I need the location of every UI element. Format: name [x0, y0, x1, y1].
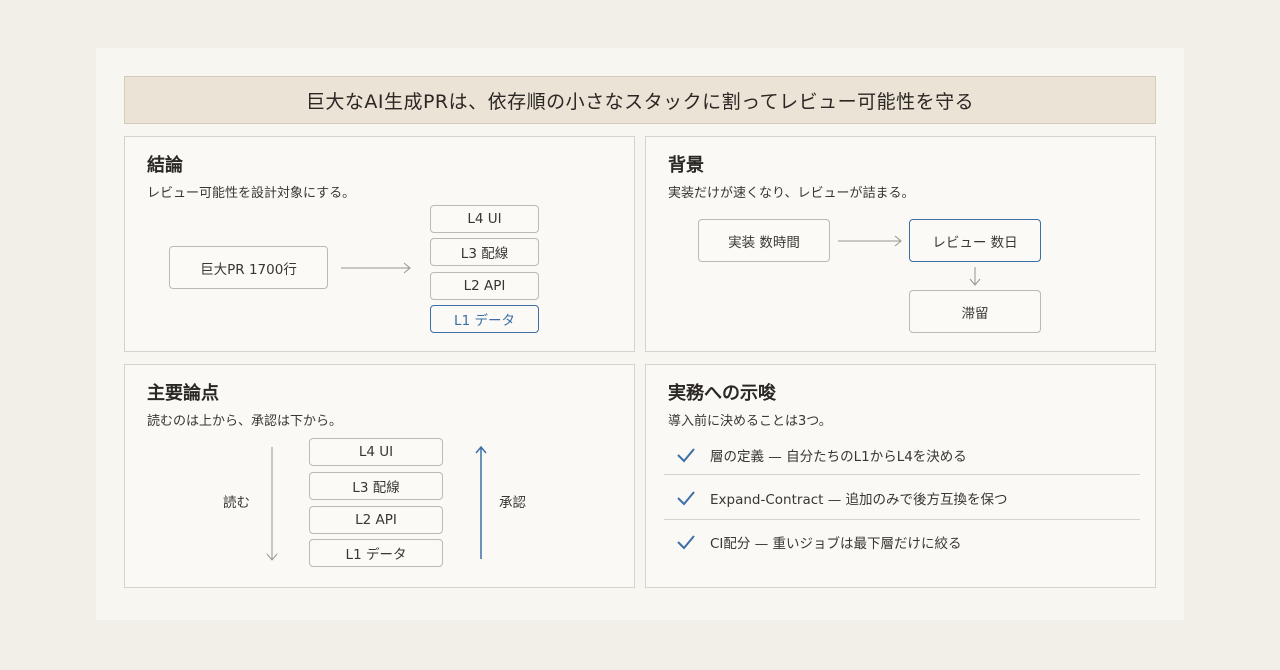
stall-box: 滞留 — [909, 290, 1041, 333]
big-pr-box: 巨大PR 1700行 — [169, 246, 328, 289]
conclusion-heading: 結論 — [147, 155, 183, 176]
check-icon — [664, 447, 708, 463]
slide-title: 巨大なAI生成PRは、依存順の小さなスタックに割ってレビュー可能性を守る — [124, 76, 1156, 124]
split-arrow — [341, 262, 411, 274]
points-layer-l3: L3 配線 — [309, 472, 443, 500]
conclusion-panel: 結論 レビュー可能性を設計対象にする。 巨大PR 1700行 L4 UI L3 … — [124, 136, 635, 352]
implications-subtitle: 導入前に決めることは3つ。 — [668, 414, 832, 429]
review-box: レビュー 数日 — [909, 219, 1041, 262]
divider — [664, 519, 1140, 520]
impl-box: 実装 数時間 — [698, 219, 830, 262]
stack-layer-l4: L4 UI — [430, 205, 539, 233]
stack-layer-l3: L3 配線 — [430, 238, 539, 266]
points-layer-l2: L2 API — [309, 506, 443, 534]
implication-text: 層の定義 — 自分たちのL1からL4を決める — [710, 449, 967, 465]
background-panel: 背景 実装だけが速くなり、レビューが詰まる。 実装 数時間 レビュー 数日 滞留 — [645, 136, 1156, 352]
points-layer-l4: L4 UI — [309, 438, 443, 466]
implication-item: Expand-Contract — 追加のみで後方互換を保つ — [664, 477, 1140, 519]
stack-layer-l1: L1 データ — [430, 305, 539, 333]
background-subtitle: 実装だけが速くなり、レビューが詰まる。 — [668, 186, 915, 201]
check-icon — [664, 490, 708, 506]
points-panel: 主要論点 読むのは上から、承認は下から。 読む 承認 L4 UI L3 配線 L… — [124, 364, 635, 588]
implications-heading: 実務への示唆 — [668, 383, 776, 404]
background-heading: 背景 — [668, 155, 704, 176]
points-heading: 主要論点 — [147, 383, 219, 404]
implication-text: CI配分 — 重いジョブは最下層だけに絞る — [710, 536, 962, 552]
conclusion-subtitle: レビュー可能性を設計対象にする。 — [147, 186, 356, 201]
points-layer-l1: L1 データ — [309, 539, 443, 567]
implication-text: Expand-Contract — 追加のみで後方互換を保つ — [710, 492, 1008, 508]
read-label: 読む — [223, 495, 250, 511]
points-subtitle: 読むのは上から、承認は下から。 — [147, 414, 343, 429]
implication-item: CI配分 — 重いジョブは最下層だけに絞る — [664, 521, 1140, 563]
implications-panel: 実務への示唆 導入前に決めることは3つ。 層の定義 — 自分たちのL1からL4を… — [645, 364, 1156, 588]
approve-label: 承認 — [499, 495, 526, 511]
implication-item: 層の定義 — 自分たちのL1からL4を決める — [664, 434, 1140, 476]
stack-layer-l2: L2 API — [430, 272, 539, 300]
check-icon — [664, 534, 708, 550]
divider — [664, 474, 1140, 475]
